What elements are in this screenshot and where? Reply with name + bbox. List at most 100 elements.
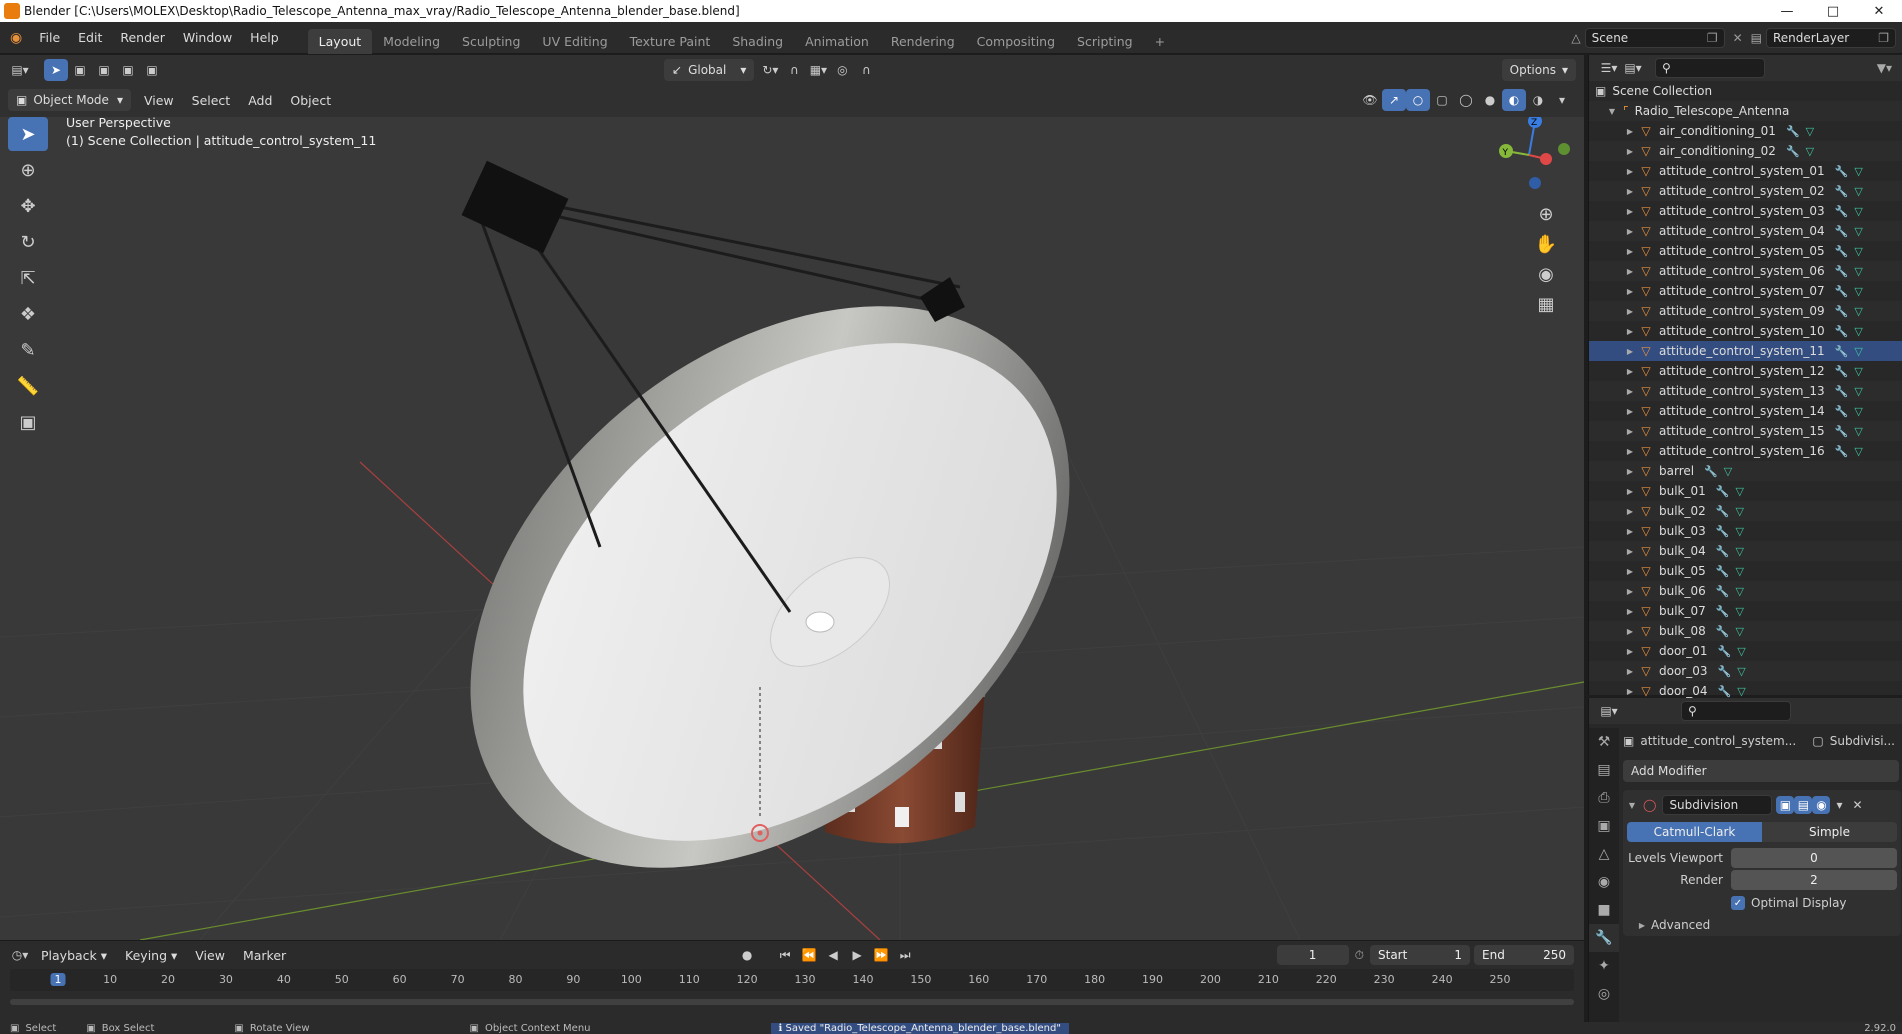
outliner-item[interactable]: ▶ ▽ bulk_01 🔧 ▽ xyxy=(1589,481,1902,501)
render-toggle-icon[interactable]: ◉ xyxy=(1812,796,1831,814)
view-layer-tab-icon[interactable]: ▣ xyxy=(1589,812,1619,840)
copy-layer-icon[interactable]: ❐ xyxy=(1878,31,1889,45)
rotate-tool-icon[interactable]: ↻ xyxy=(8,225,48,259)
physics-tab-icon[interactable]: ◎ xyxy=(1589,980,1619,1008)
mesh-data-icon[interactable]: ▽ xyxy=(1854,165,1862,178)
modifier-tab-icon[interactable]: 🔧 xyxy=(1589,924,1619,952)
expand-icon[interactable]: ▶ xyxy=(1625,187,1635,196)
display-mode-icon[interactable]: ▤▾ xyxy=(1621,57,1645,79)
outliner-item[interactable]: ▶ ▽ attitude_control_system_10 🔧 ▽ xyxy=(1589,321,1902,341)
expand-icon[interactable]: ▶ xyxy=(1625,367,1635,376)
blender-menu-icon[interactable]: ◉ xyxy=(10,30,22,46)
outliner-item[interactable]: ▶ ▽ attitude_control_system_05 🔧 ▽ xyxy=(1589,241,1902,261)
modifier-icon[interactable]: 🔧 xyxy=(1835,205,1849,218)
tab-rendering[interactable]: Rendering xyxy=(880,29,966,54)
modifier-icon[interactable]: 🔧 xyxy=(1704,465,1718,478)
select-menu[interactable]: Select xyxy=(183,93,240,108)
object-tab-icon[interactable]: ■ xyxy=(1589,896,1619,924)
modifier-icon[interactable]: 🔧 xyxy=(1835,365,1849,378)
falloff-icon[interactable]: ∩ xyxy=(854,59,878,81)
mesh-data-icon[interactable]: ▽ xyxy=(1854,205,1862,218)
scene-collection-row[interactable]: ▣ Scene Collection xyxy=(1589,81,1902,101)
select-box-tool-icon[interactable]: ➤ xyxy=(8,117,48,151)
modifier-icon[interactable]: 🔧 xyxy=(1835,285,1849,298)
expand-icon[interactable]: ▶ xyxy=(1625,307,1635,316)
start-frame-field[interactable]: Start 1 xyxy=(1370,945,1470,965)
mesh-data-icon[interactable]: ▽ xyxy=(1854,265,1862,278)
modifier-icon[interactable]: 🔧 xyxy=(1716,585,1730,598)
expand-icon[interactable]: ▶ xyxy=(1625,587,1635,596)
mesh-data-icon[interactable]: ▽ xyxy=(1735,625,1743,638)
outliner-item[interactable]: ▶ ▽ bulk_03 🔧 ▽ xyxy=(1589,521,1902,541)
annotate-tool-icon[interactable]: ✎ xyxy=(8,333,48,367)
expand-icon[interactable]: ▶ xyxy=(1625,547,1635,556)
modifier-icon[interactable]: 🔧 xyxy=(1716,485,1730,498)
mesh-data-icon[interactable]: ▽ xyxy=(1724,465,1732,478)
outliner-editor-icon[interactable]: ☰▾ xyxy=(1597,57,1621,79)
modifier-icon[interactable]: 🔧 xyxy=(1716,525,1730,538)
modifier-icon[interactable]: 🔧 xyxy=(1718,665,1732,678)
expand-icon[interactable]: ▶ xyxy=(1625,627,1635,636)
mesh-data-icon[interactable]: ▽ xyxy=(1735,505,1743,518)
mesh-data-icon[interactable]: ▽ xyxy=(1737,645,1745,658)
expand-icon[interactable]: ▶ xyxy=(1625,667,1635,676)
modifier-icon[interactable]: 🔧 xyxy=(1718,645,1732,658)
zoom-icon[interactable]: ⊕ xyxy=(1526,200,1566,228)
select-tool-icon[interactable]: ➤ xyxy=(44,59,68,81)
record-icon[interactable]: ● xyxy=(735,944,759,966)
mode-dropdown[interactable]: ▣ Object Mode ▾ xyxy=(8,89,131,111)
rendered-shading-icon[interactable]: ◑ xyxy=(1526,89,1550,111)
tab-compositing[interactable]: Compositing xyxy=(966,29,1066,54)
tab-layout[interactable]: Layout xyxy=(307,28,373,54)
maximize-icon[interactable]: □ xyxy=(1810,4,1856,19)
outliner-item[interactable]: ▶ ▽ attitude_control_system_16 🔧 ▽ xyxy=(1589,441,1902,461)
mesh-data-icon[interactable]: ▽ xyxy=(1735,485,1743,498)
levels-viewport-field[interactable]: 0 xyxy=(1731,848,1897,868)
modifier-icon[interactable]: 🔧 xyxy=(1786,145,1800,158)
expand-icon[interactable]: ▶ xyxy=(1625,267,1635,276)
outliner-item[interactable]: ▶ ▽ attitude_control_system_11 🔧 ▽ xyxy=(1589,341,1902,361)
modifier-icon[interactable]: 🔧 xyxy=(1835,265,1849,278)
render-tab-icon[interactable]: ▤ xyxy=(1589,756,1619,784)
modifier-icon[interactable]: 🔧 xyxy=(1835,405,1849,418)
menu-window[interactable]: Window xyxy=(174,30,241,45)
overlay-icon[interactable]: ○ xyxy=(1406,89,1430,111)
outliner-item[interactable]: ▶ ▽ barrel 🔧 ▽ xyxy=(1589,461,1902,481)
frame-ruler[interactable]: 1 10 20 30 40 50 60 70 80 90 100 110 120 130 140 150 160… xyxy=(10,969,1574,991)
modifier-icon[interactable]: 🔧 xyxy=(1716,505,1730,518)
modifier-icon[interactable]: 🔧 xyxy=(1718,685,1732,698)
expand-icon[interactable]: ▶ xyxy=(1625,607,1635,616)
expand-icon[interactable]: ▶ xyxy=(1625,127,1635,136)
render-layer-field[interactable]: RenderLayer ❐ xyxy=(1766,27,1896,48)
outliner-item[interactable]: ▶ ▽ attitude_control_system_04 🔧 ▽ xyxy=(1589,221,1902,241)
outliner-item[interactable]: ▶ ▽ attitude_control_system_12 🔧 ▽ xyxy=(1589,361,1902,381)
modifier-icon[interactable]: 🔧 xyxy=(1835,305,1849,318)
scene-field[interactable]: Scene ❐ xyxy=(1584,27,1725,48)
expand-icon[interactable]: ▶ xyxy=(1625,427,1635,436)
select-extend-icon[interactable]: ▣ xyxy=(92,59,116,81)
scale-tool-icon[interactable]: ⇱ xyxy=(8,261,48,295)
catmull-clark-button[interactable]: Catmull-Clark xyxy=(1627,822,1762,842)
outliner-item[interactable]: ▶ ▽ bulk_06 🔧 ▽ xyxy=(1589,581,1902,601)
jump-keyframe-forward-icon[interactable]: ⏩ xyxy=(869,944,893,966)
axis-gizmo[interactable]: Z Y xyxy=(1484,117,1574,197)
outliner-item[interactable]: ▶ ▽ attitude_control_system_13 🔧 ▽ xyxy=(1589,381,1902,401)
properties-search-input[interactable]: ⚲ xyxy=(1681,701,1791,721)
outliner-item[interactable]: ▶ ▽ door_01 🔧 ▽ xyxy=(1589,641,1902,661)
editor-type-icon[interactable]: ▤▾ xyxy=(8,59,32,81)
scene-tab-icon[interactable]: △ xyxy=(1589,840,1619,868)
outliner-item[interactable]: ▶ ▽ attitude_control_system_15 🔧 ▽ xyxy=(1589,421,1902,441)
tab-modeling[interactable]: Modeling xyxy=(372,29,451,54)
jump-start-icon[interactable]: ⏮ xyxy=(773,944,797,966)
modifier-icon[interactable]: 🔧 xyxy=(1835,445,1849,458)
proportional-edit-icon[interactable]: ◎ xyxy=(830,59,854,81)
measure-tool-icon[interactable]: 📏 xyxy=(8,369,48,403)
modifier-remove-icon[interactable]: ✕ xyxy=(1852,798,1862,812)
menu-help[interactable]: Help xyxy=(241,30,288,45)
mesh-data-icon[interactable]: ▽ xyxy=(1735,565,1743,578)
expand-icon[interactable]: ▶ xyxy=(1625,247,1635,256)
expand-icon[interactable]: ▶ xyxy=(1625,407,1635,416)
menu-file[interactable]: File xyxy=(30,30,69,45)
pan-icon[interactable]: ✋ xyxy=(1526,230,1566,258)
play-icon[interactable]: ▶ xyxy=(845,944,869,966)
